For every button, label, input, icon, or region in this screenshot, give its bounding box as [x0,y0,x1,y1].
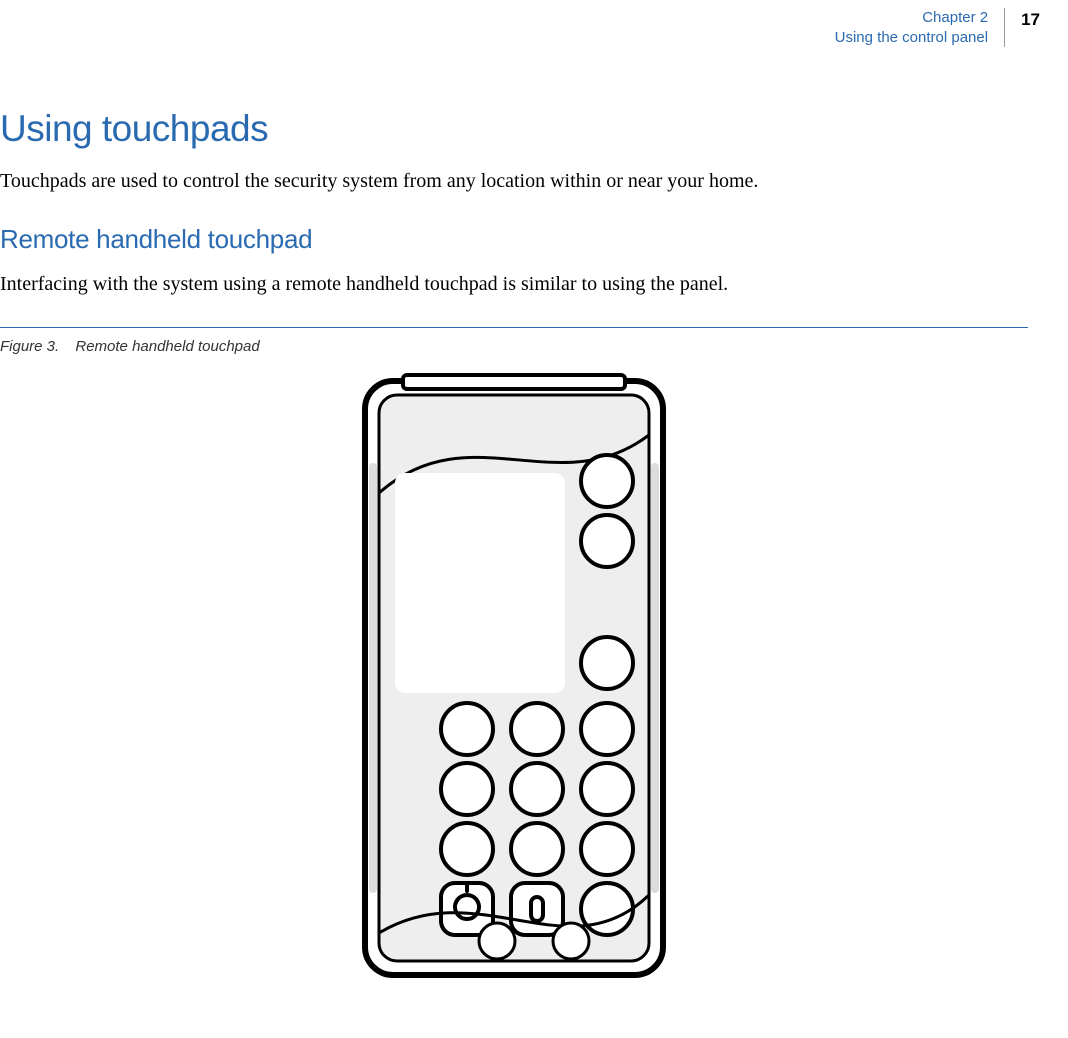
horizontal-rule [0,327,1028,328]
header-chapter-block: Chapter 2 Using the control panel [835,8,1004,47]
chapter-title: Using the control panel [835,28,988,48]
page-header: Chapter 2 Using the control panel 17 [835,8,1068,47]
figure-wrap [0,373,1028,983]
figure-caption: Figure 3. Remote handheld touchpad [0,338,1028,355]
page-number: 17 [1021,8,1068,47]
subsection-intro: Interfacing with the system using a remo… [0,271,1028,297]
figure-title: Remote handheld touchpad [75,338,259,355]
subsection-heading: Remote handheld touchpad [0,224,1028,255]
chapter-label: Chapter 2 [835,8,988,28]
section-heading: Using touchpads [0,108,1028,150]
section-intro: Touchpads are used to control the securi… [0,168,1028,194]
remote-touchpad-figure [359,373,669,983]
figure-label: Figure 3. [0,338,59,355]
header-divider [1004,8,1005,47]
page-content: Using touchpads Touchpads are used to co… [0,108,1028,983]
